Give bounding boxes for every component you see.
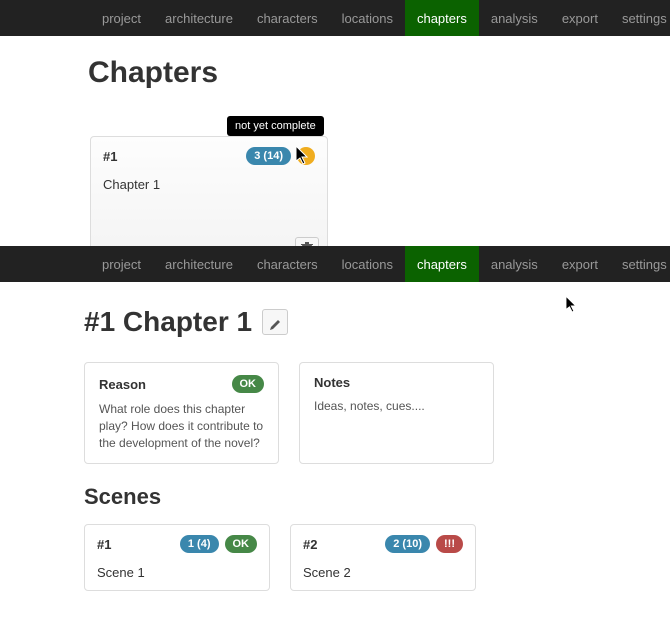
nav-characters[interactable]: characters: [245, 0, 330, 36]
chapter-heading: #1 Chapter 1: [84, 306, 252, 338]
scene-card[interactable]: #1 1 (4) OK Scene 1: [84, 524, 270, 591]
chapter-title: Chapter 1: [103, 177, 315, 192]
scenes-section-title: Scenes: [84, 484, 670, 510]
notes-body: Ideas, notes, cues....: [314, 398, 479, 415]
nav-settings[interactable]: settings: [610, 0, 670, 36]
nav2-export[interactable]: export: [550, 246, 610, 282]
nav-architecture[interactable]: architecture: [153, 0, 245, 36]
scene-number: #1: [97, 537, 111, 552]
nav-chapters[interactable]: chapters: [405, 0, 479, 36]
nav-analysis[interactable]: analysis: [479, 0, 550, 36]
chapters-list-view: Chapters not yet complete #1 3 (14) Chap…: [0, 56, 670, 246]
nav2-chapters[interactable]: chapters: [405, 246, 479, 282]
page-title: Chapters: [88, 56, 670, 90]
scene-status-badge: OK: [225, 535, 258, 553]
scene-number: #2: [303, 537, 317, 552]
nav2-architecture[interactable]: architecture: [153, 246, 245, 282]
chapter-count-badge: 3 (14): [246, 147, 291, 165]
reason-status-badge: OK: [232, 375, 265, 393]
status-tooltip: not yet complete: [227, 116, 324, 136]
top-navbar-2: project architecture characters location…: [0, 246, 670, 282]
pencil-icon: [269, 306, 281, 338]
reason-body: What role does this chapter play? How do…: [99, 401, 264, 451]
nav-project[interactable]: project: [90, 0, 153, 36]
notes-panel[interactable]: Notes Ideas, notes, cues....: [299, 362, 494, 464]
scene-status-badge: !!!: [436, 535, 463, 553]
scene-title: Scene 2: [303, 565, 463, 580]
scene-title: Scene 1: [97, 565, 257, 580]
reason-panel[interactable]: Reason OK What role does this chapter pl…: [84, 362, 279, 464]
notes-label: Notes: [314, 375, 350, 390]
scene-count-badge: 2 (10): [385, 535, 430, 553]
reason-label: Reason: [99, 377, 146, 392]
scene-card[interactable]: #2 2 (10) !!! Scene 2: [290, 524, 476, 591]
top-navbar: project architecture characters location…: [0, 0, 670, 36]
cursor-icon: [296, 146, 312, 169]
nav2-locations[interactable]: locations: [330, 246, 405, 282]
chapter-detail-view: #1 Chapter 1 Reason OK What role does th…: [0, 306, 670, 642]
nav2-settings[interactable]: settings: [610, 246, 670, 282]
nav-locations[interactable]: locations: [330, 0, 405, 36]
scene-count-badge: 1 (4): [180, 535, 219, 553]
nav-export[interactable]: export: [550, 0, 610, 36]
chapter-number: #1: [103, 149, 117, 164]
edit-chapter-button[interactable]: [262, 309, 288, 335]
nav2-analysis[interactable]: analysis: [479, 246, 550, 282]
nav2-project[interactable]: project: [90, 246, 153, 282]
nav2-characters[interactable]: characters: [245, 246, 330, 282]
